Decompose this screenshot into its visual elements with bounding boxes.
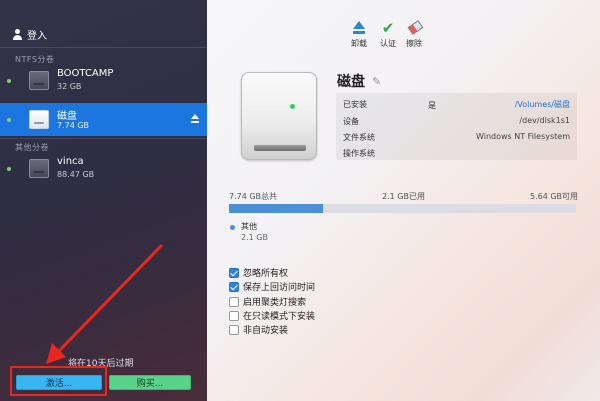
option-label: 非自动安装 <box>243 326 289 336</box>
pencil-icon[interactable]: ✎ <box>372 76 383 87</box>
checkbox[interactable] <box>229 310 239 321</box>
main-panel: 卸载 ✔ 认证 擦除 磁盘 ✎ 已安装 /Volumes/磁盘 设备 /dev/… <box>207 0 600 401</box>
annotation-arrow <box>46 243 164 364</box>
checkmark-icon: ✔ <box>381 19 395 37</box>
checkbox[interactable] <box>229 324 239 335</box>
checkbox[interactable] <box>229 267 239 278</box>
option-read-only[interactable]: 在只读模式下安装 <box>229 309 315 322</box>
device-value: /dev/disk1s1 <box>519 116 570 125</box>
filesystem-value: Windows NT Filesystem <box>476 132 570 141</box>
option-ignore-ownership[interactable]: 忽略所有权 <box>229 266 288 279</box>
mounted-path-link[interactable]: /Volumes/磁盘 <box>515 99 570 110</box>
disk-info-panel: 已安装 /Volumes/磁盘 设备 /dev/disk1s1 文件系统 Win… <box>336 93 577 160</box>
usage-used: 2.1 GB已用 <box>382 192 425 201</box>
usage-free: 5.64 GB可用 <box>530 192 579 201</box>
unmount-label: 卸载 <box>351 39 367 48</box>
checkbox[interactable] <box>229 296 239 307</box>
erase-label: 擦除 <box>406 39 422 48</box>
option-save-access-time[interactable]: 保存上回访问时间 <box>229 280 315 293</box>
disk-title: 磁盘 <box>337 74 365 90</box>
checkbox[interactable] <box>229 281 239 292</box>
option-label: 保存上回访问时间 <box>243 283 316 293</box>
legend-dot <box>230 225 235 230</box>
erase-button[interactable]: 擦除 <box>406 20 422 49</box>
verify-label: 认证 <box>380 39 396 48</box>
eject-icon <box>351 20 367 36</box>
option-spotlight[interactable]: 启用聚类灯搜索 <box>229 295 306 308</box>
usage-fill <box>229 204 324 213</box>
verify-button[interactable]: ✔ 认证 <box>380 20 396 49</box>
eraser-icon <box>406 20 422 36</box>
mounted-label: 已安装 <box>343 100 367 109</box>
disk-large-icon <box>241 72 317 160</box>
unmount-button[interactable]: 卸载 <box>351 20 367 49</box>
filesystem-label: 文件系统 <box>343 133 375 142</box>
option-label: 在只读模式下安装 <box>243 312 316 322</box>
usage-total: 7.74 GB总共 <box>229 192 278 201</box>
device-label: 设备 <box>343 117 359 126</box>
option-no-automount[interactable]: 非自动安装 <box>229 323 288 336</box>
usage-bar <box>229 204 576 213</box>
mounted-status-dot <box>290 104 295 109</box>
mounted-value: 是 <box>428 101 436 110</box>
option-label: 启用聚类灯搜索 <box>243 298 307 308</box>
legend-name: 其他 <box>241 222 257 231</box>
option-label: 忽略所有权 <box>243 269 289 279</box>
legend-size: 2.1 GB <box>241 233 268 242</box>
os-label: 操作系统 <box>343 149 375 158</box>
